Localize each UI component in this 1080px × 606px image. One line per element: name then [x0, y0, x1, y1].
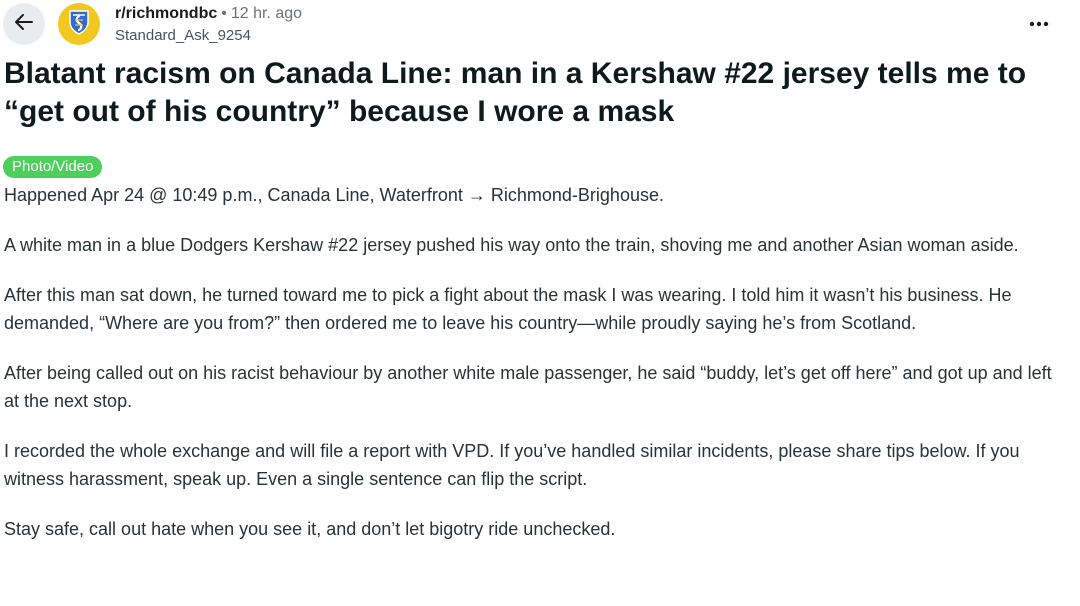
post-header: r/richmondbc • 12 hr. ago Standard_Ask_925…: [0, 0, 1080, 56]
meta-separator: •: [221, 5, 227, 22]
body-paragraph: After this man sat down, he turned towar…: [4, 285, 1012, 333]
shield-crest-icon: [64, 7, 94, 42]
body-paragraph: Stay safe, call out hate when you see it…: [4, 519, 616, 539]
body-paragraph: Happened Apr 24 @ 10:49 p.m., Canada Lin…: [4, 185, 664, 205]
body-paragraph: A white man in a blue Dodgers Kershaw #2…: [4, 235, 1019, 255]
post-body: Happened Apr 24 @ 10:49 p.m., Canada Lin…: [4, 181, 1070, 565]
body-paragraph: After being called out on his racist beh…: [4, 363, 1052, 411]
author-link[interactable]: Standard_Ask_9254: [115, 26, 251, 46]
post-meta: r/richmondbc • 12 hr. ago: [115, 4, 302, 24]
ellipsis-icon: [1028, 15, 1050, 33]
post-flair[interactable]: Photo/Video: [3, 156, 103, 178]
back-button[interactable]: [3, 3, 45, 45]
post-time: 12 hr. ago: [230, 5, 303, 22]
post-title: Blatant racism on Canada Line: man in a …: [4, 57, 1027, 128]
more-options-button[interactable]: [1022, 10, 1056, 38]
arrow-left-icon: [13, 11, 35, 38]
body-paragraph: I recorded the whole exchange and will f…: [4, 441, 1020, 489]
subreddit-avatar[interactable]: [58, 3, 100, 45]
subreddit-link[interactable]: r/richmondbc: [115, 5, 217, 22]
